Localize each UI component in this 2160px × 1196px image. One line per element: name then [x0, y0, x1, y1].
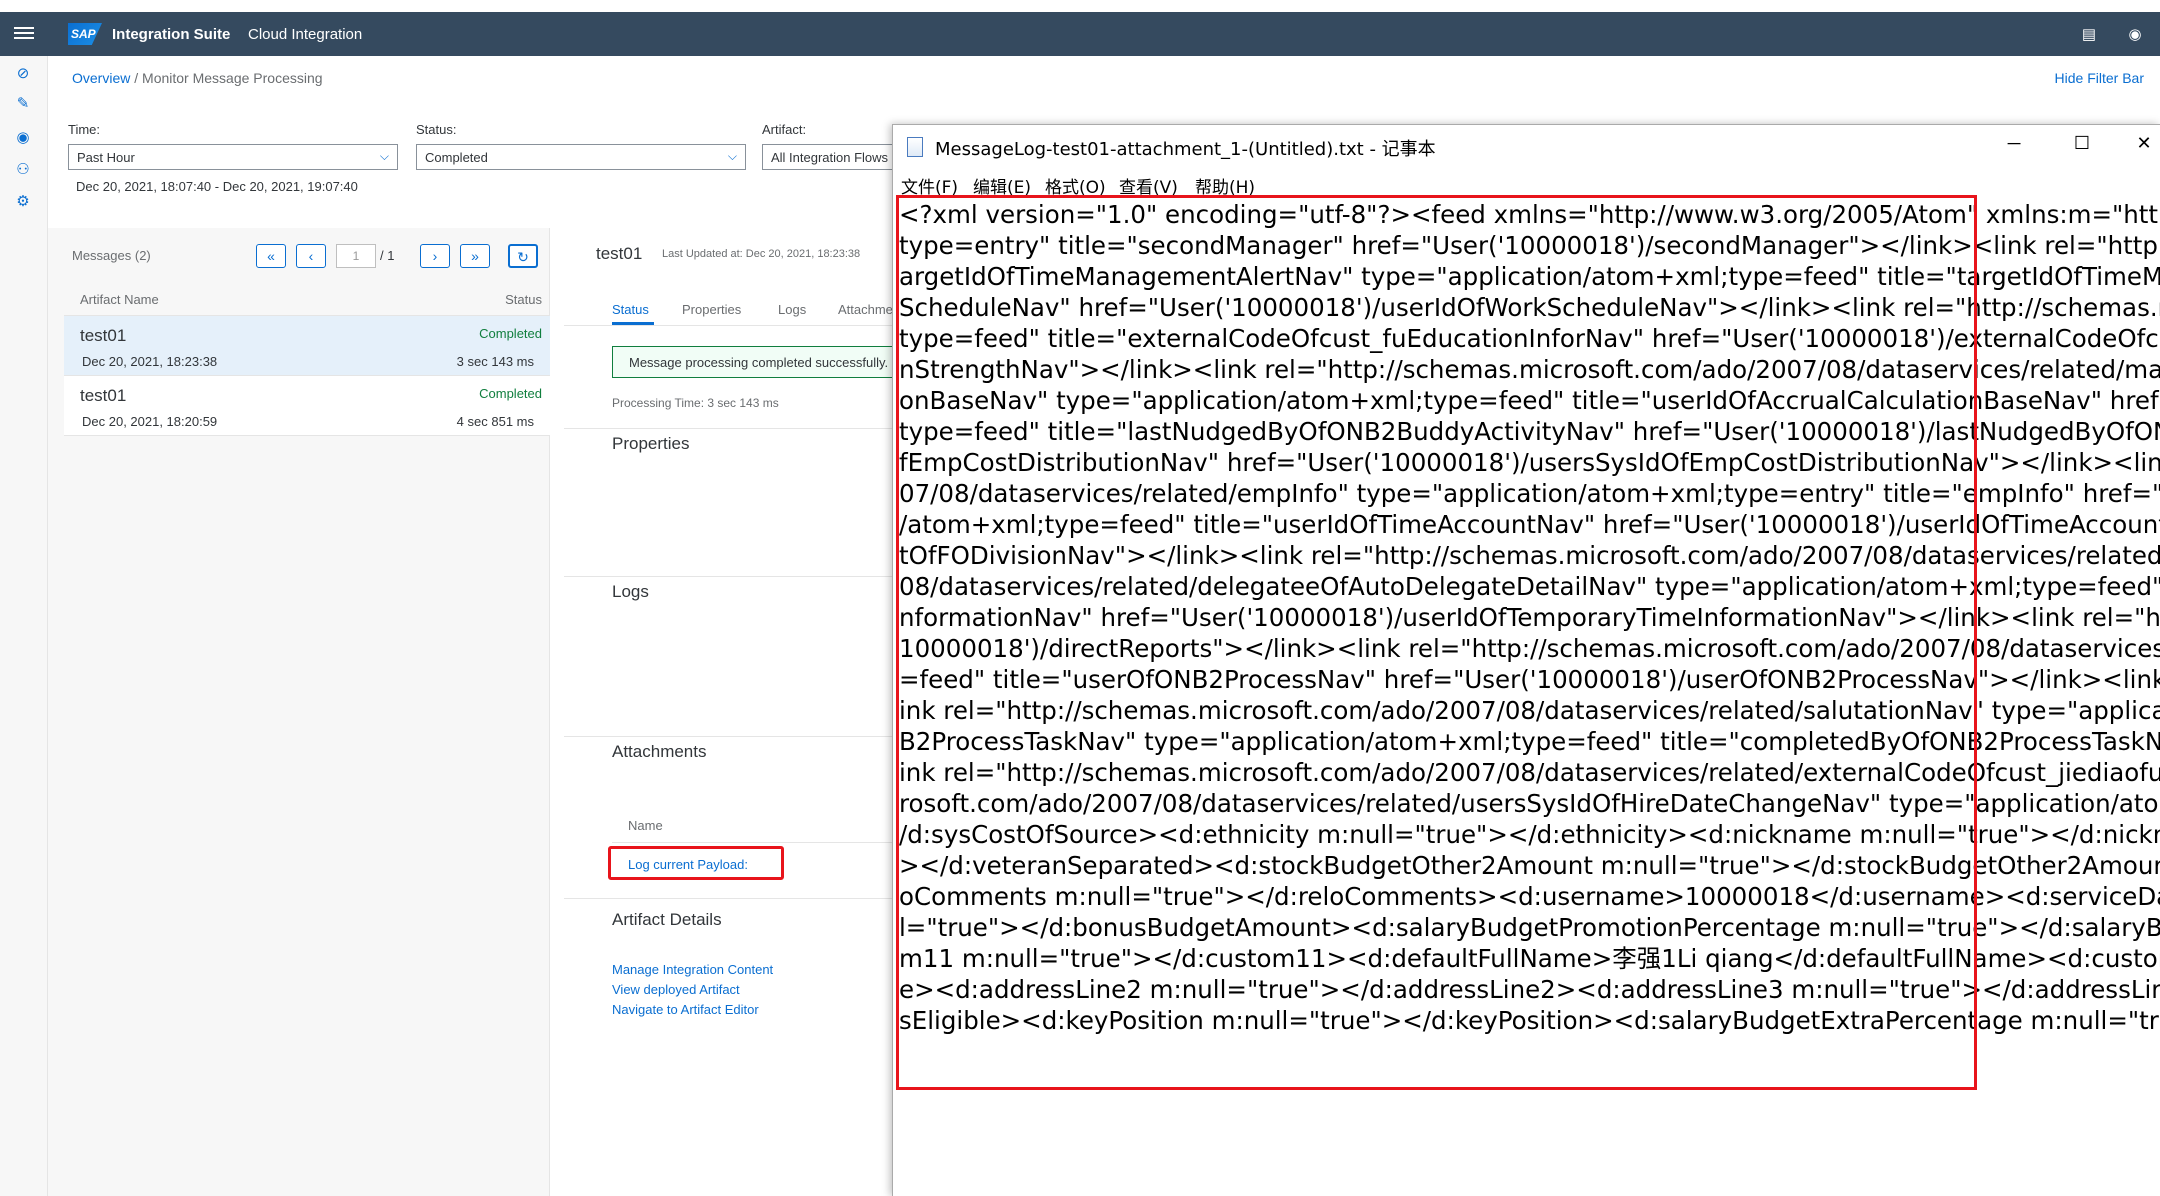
settings-group-icon[interactable]: ⚇ — [12, 160, 34, 182]
previous-page-button[interactable]: ‹ — [296, 244, 326, 268]
chevron-down-icon: ⌵ — [379, 149, 389, 163]
artifact-filter-select[interactable]: All Integration Flows — [762, 144, 902, 170]
table-header: Artifact Name Status — [64, 284, 550, 316]
notepad-title: MessageLog-test01-attachment_1-(Untitled… — [935, 139, 1436, 160]
tab-logs[interactable]: Logs — [778, 302, 806, 317]
refresh-icon[interactable]: ↻ — [508, 244, 538, 268]
time-filter-label: Time: — [68, 122, 101, 137]
top-strip — [0, 0, 2160, 12]
minimize-icon[interactable]: ─ — [1999, 133, 2029, 154]
manage-integration-content-link[interactable]: Manage Integration Content — [612, 962, 773, 977]
artifact-details-section-title: Artifact Details — [612, 910, 722, 929]
shell-bar: SAP Integration Suite Cloud Integration … — [0, 12, 2160, 56]
artifact-filter-label: Artifact: — [762, 122, 807, 137]
navigate-to-artifact-editor-link[interactable]: Navigate to Artifact Editor — [612, 1002, 759, 1017]
next-page-button[interactable]: › — [420, 244, 450, 268]
status-badge: Completed — [479, 386, 542, 401]
sap-logo: SAP — [68, 23, 102, 45]
app-subtitle: Cloud Integration — [248, 26, 363, 43]
time-filter-select[interactable]: Past Hour ⌵ — [68, 144, 398, 170]
attachments-column-name: Name — [628, 818, 663, 833]
processing-time: Processing Time: 3 sec 143 ms — [612, 396, 779, 410]
first-page-button[interactable]: « — [256, 244, 286, 268]
hamburger-menu-icon[interactable] — [14, 24, 34, 44]
messages-count: Messages (2) — [72, 248, 151, 263]
app-title: Integration Suite — [112, 26, 231, 43]
breadcrumb-current: Monitor Message Processing — [142, 70, 323, 86]
page-number-input[interactable]: 1 — [336, 244, 376, 268]
status-badge: Completed — [479, 326, 542, 341]
table-row[interactable]: test01 Completed Dec 20, 2021, 18:23:38 … — [64, 316, 550, 376]
breadcrumb: Overview / Monitor Message Processing — [72, 70, 323, 86]
active-tab-indicator — [612, 322, 654, 325]
close-icon[interactable]: ✕ — [2129, 133, 2159, 154]
monitor-icon[interactable]: ◉ — [12, 128, 34, 150]
detail-title: test01 — [596, 244, 643, 263]
hide-filter-bar-link[interactable]: Hide Filter Bar — [2055, 70, 2144, 86]
logs-section-title: Logs — [612, 582, 649, 601]
view-deployed-artifact-link[interactable]: View deployed Artifact — [612, 982, 740, 997]
column-status: Status — [505, 292, 542, 307]
tab-properties[interactable]: Properties — [682, 302, 741, 317]
highlight-box — [608, 846, 784, 880]
maximize-icon[interactable]: ☐ — [2067, 133, 2097, 154]
column-artifact-name: Artifact Name — [80, 292, 159, 307]
last-updated-text: Last Updated at: Dec 20, 2021, 18:23:38 — [662, 248, 861, 260]
settings-icon[interactable]: ⚙ — [12, 192, 34, 214]
success-message-strip: Message processing completed successfull… — [612, 346, 912, 378]
tab-status[interactable]: Status — [612, 302, 649, 317]
notifications-icon[interactable]: ▤ — [2080, 25, 2098, 43]
highlight-box — [896, 195, 1977, 1090]
properties-section-title: Properties — [612, 434, 690, 453]
chevron-down-icon: ⌵ — [727, 149, 737, 163]
status-filter-select[interactable]: Completed ⌵ — [416, 144, 746, 170]
discover-icon[interactable]: ⊘ — [12, 64, 34, 86]
user-avatar-icon[interactable]: ◉ — [2126, 25, 2144, 43]
date-range-text: Dec 20, 2021, 18:07:40 - Dec 20, 2021, 1… — [76, 179, 358, 194]
status-filter-label: Status: — [416, 122, 457, 137]
notepad-icon — [907, 137, 923, 157]
table-row[interactable]: test01 Completed Dec 20, 2021, 18:20:59 … — [64, 376, 550, 436]
page-total: / 1 — [380, 248, 395, 263]
last-page-button[interactable]: » — [460, 244, 490, 268]
breadcrumb-overview-link[interactable]: Overview — [72, 70, 130, 86]
design-icon[interactable]: ✎ — [12, 94, 34, 116]
left-navigation: ⊘ ✎ ◉ ⚇ ⚙ — [0, 56, 48, 1196]
attachments-section-title: Attachments — [612, 742, 707, 761]
